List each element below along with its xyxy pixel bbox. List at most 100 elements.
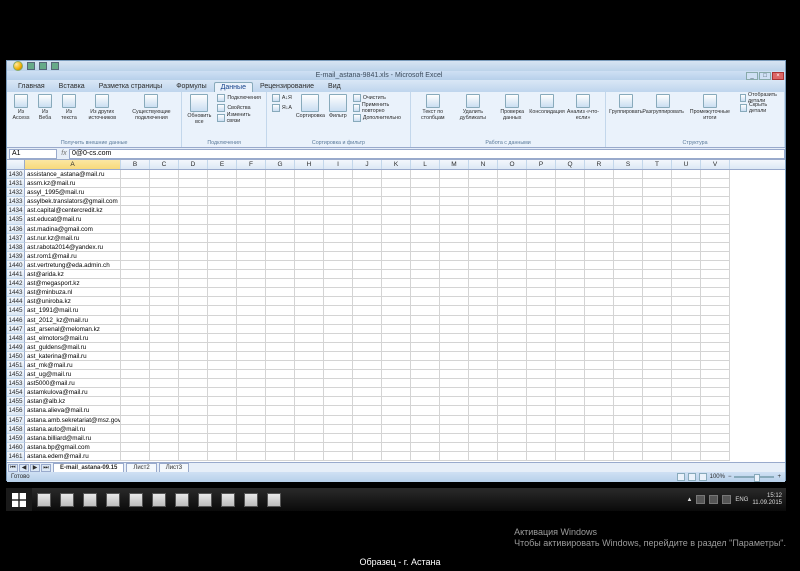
cell[interactable] [295, 261, 324, 270]
cell[interactable] [208, 434, 237, 443]
cell[interactable] [150, 416, 179, 425]
cell[interactable] [701, 343, 730, 352]
row-header[interactable]: 1451 [7, 361, 25, 370]
cell[interactable] [353, 443, 382, 452]
cell[interactable] [701, 325, 730, 334]
cell[interactable] [411, 243, 440, 252]
cell[interactable] [585, 425, 614, 434]
cell[interactable] [208, 334, 237, 343]
cell[interactable] [469, 343, 498, 352]
cell[interactable] [150, 188, 179, 197]
cell[interactable] [469, 316, 498, 325]
cell[interactable] [585, 416, 614, 425]
cell[interactable] [527, 297, 556, 306]
outline-s-1[interactable]: Скрыть детали [738, 103, 781, 113]
cell[interactable] [527, 252, 556, 261]
cell[interactable] [556, 261, 585, 270]
cell[interactable] [150, 388, 179, 397]
cell[interactable] [556, 361, 585, 370]
cell[interactable] [440, 288, 469, 297]
cell[interactable] [266, 297, 295, 306]
col-header-U[interactable]: U [672, 160, 701, 169]
cell[interactable] [440, 443, 469, 452]
cell[interactable] [295, 179, 324, 188]
tray-lang[interactable]: ENG [735, 497, 748, 503]
cell[interactable] [150, 279, 179, 288]
zoom-in-button[interactable]: + [777, 474, 781, 480]
cell[interactable] [672, 261, 701, 270]
row-header[interactable]: 1447 [7, 325, 25, 334]
cell[interactable] [672, 215, 701, 224]
cell[interactable] [411, 179, 440, 188]
cell[interactable] [498, 234, 527, 243]
cell[interactable] [121, 243, 150, 252]
cell[interactable] [672, 325, 701, 334]
cell[interactable] [237, 252, 266, 261]
cell[interactable] [469, 425, 498, 434]
cell[interactable] [411, 388, 440, 397]
cell[interactable] [295, 279, 324, 288]
cell[interactable] [440, 206, 469, 215]
row-header[interactable]: 1432 [7, 188, 25, 197]
cell[interactable] [527, 270, 556, 279]
cell[interactable] [498, 243, 527, 252]
sheet-tab-1[interactable]: Лист2 [126, 463, 156, 472]
taskbar-ie[interactable] [33, 491, 55, 509]
cell[interactable] [469, 397, 498, 406]
cell[interactable] [266, 370, 295, 379]
cell[interactable] [585, 434, 614, 443]
cell[interactable] [295, 388, 324, 397]
cell[interactable] [411, 352, 440, 361]
cell[interactable] [382, 370, 411, 379]
cell[interactable] [643, 370, 672, 379]
cell[interactable] [179, 379, 208, 388]
cell[interactable] [295, 197, 324, 206]
cell[interactable] [324, 279, 353, 288]
cell[interactable] [614, 325, 643, 334]
cell[interactable] [324, 225, 353, 234]
cell[interactable]: ast@arida.kz [25, 270, 121, 279]
ext-data-3[interactable]: Из других источников [82, 93, 122, 122]
cell[interactable] [440, 343, 469, 352]
cell[interactable] [295, 370, 324, 379]
cell[interactable] [208, 170, 237, 179]
cell[interactable] [150, 361, 179, 370]
cell[interactable]: ast_1991@mail.ru [25, 306, 121, 315]
cell[interactable] [527, 170, 556, 179]
cell[interactable] [643, 325, 672, 334]
cell[interactable] [469, 452, 498, 461]
outline-2[interactable]: Промежуточные итоги [684, 93, 737, 122]
cell[interactable] [179, 252, 208, 261]
cell[interactable] [440, 179, 469, 188]
cell[interactable] [150, 243, 179, 252]
cell[interactable] [556, 388, 585, 397]
cell[interactable] [208, 343, 237, 352]
cell[interactable] [556, 215, 585, 224]
datatool-4[interactable]: Анализ «что-если» [564, 93, 602, 122]
cell[interactable] [266, 425, 295, 434]
cell[interactable] [469, 361, 498, 370]
cell[interactable] [643, 297, 672, 306]
cell[interactable] [121, 443, 150, 452]
cell[interactable] [121, 388, 150, 397]
cell[interactable] [498, 397, 527, 406]
cell[interactable] [411, 170, 440, 179]
cell[interactable] [411, 306, 440, 315]
cell[interactable] [527, 206, 556, 215]
cell[interactable] [585, 225, 614, 234]
cell[interactable] [585, 261, 614, 270]
cell[interactable] [527, 434, 556, 443]
cell[interactable] [266, 179, 295, 188]
cell[interactable] [266, 243, 295, 252]
cell[interactable] [208, 397, 237, 406]
cell[interactable] [208, 188, 237, 197]
cell[interactable] [701, 406, 730, 415]
cell[interactable] [411, 334, 440, 343]
cell[interactable] [266, 170, 295, 179]
cell[interactable] [643, 279, 672, 288]
cell[interactable] [353, 170, 382, 179]
fx-icon[interactable]: fx [59, 150, 69, 157]
cell[interactable] [150, 325, 179, 334]
cell[interactable] [150, 425, 179, 434]
cell[interactable] [179, 270, 208, 279]
